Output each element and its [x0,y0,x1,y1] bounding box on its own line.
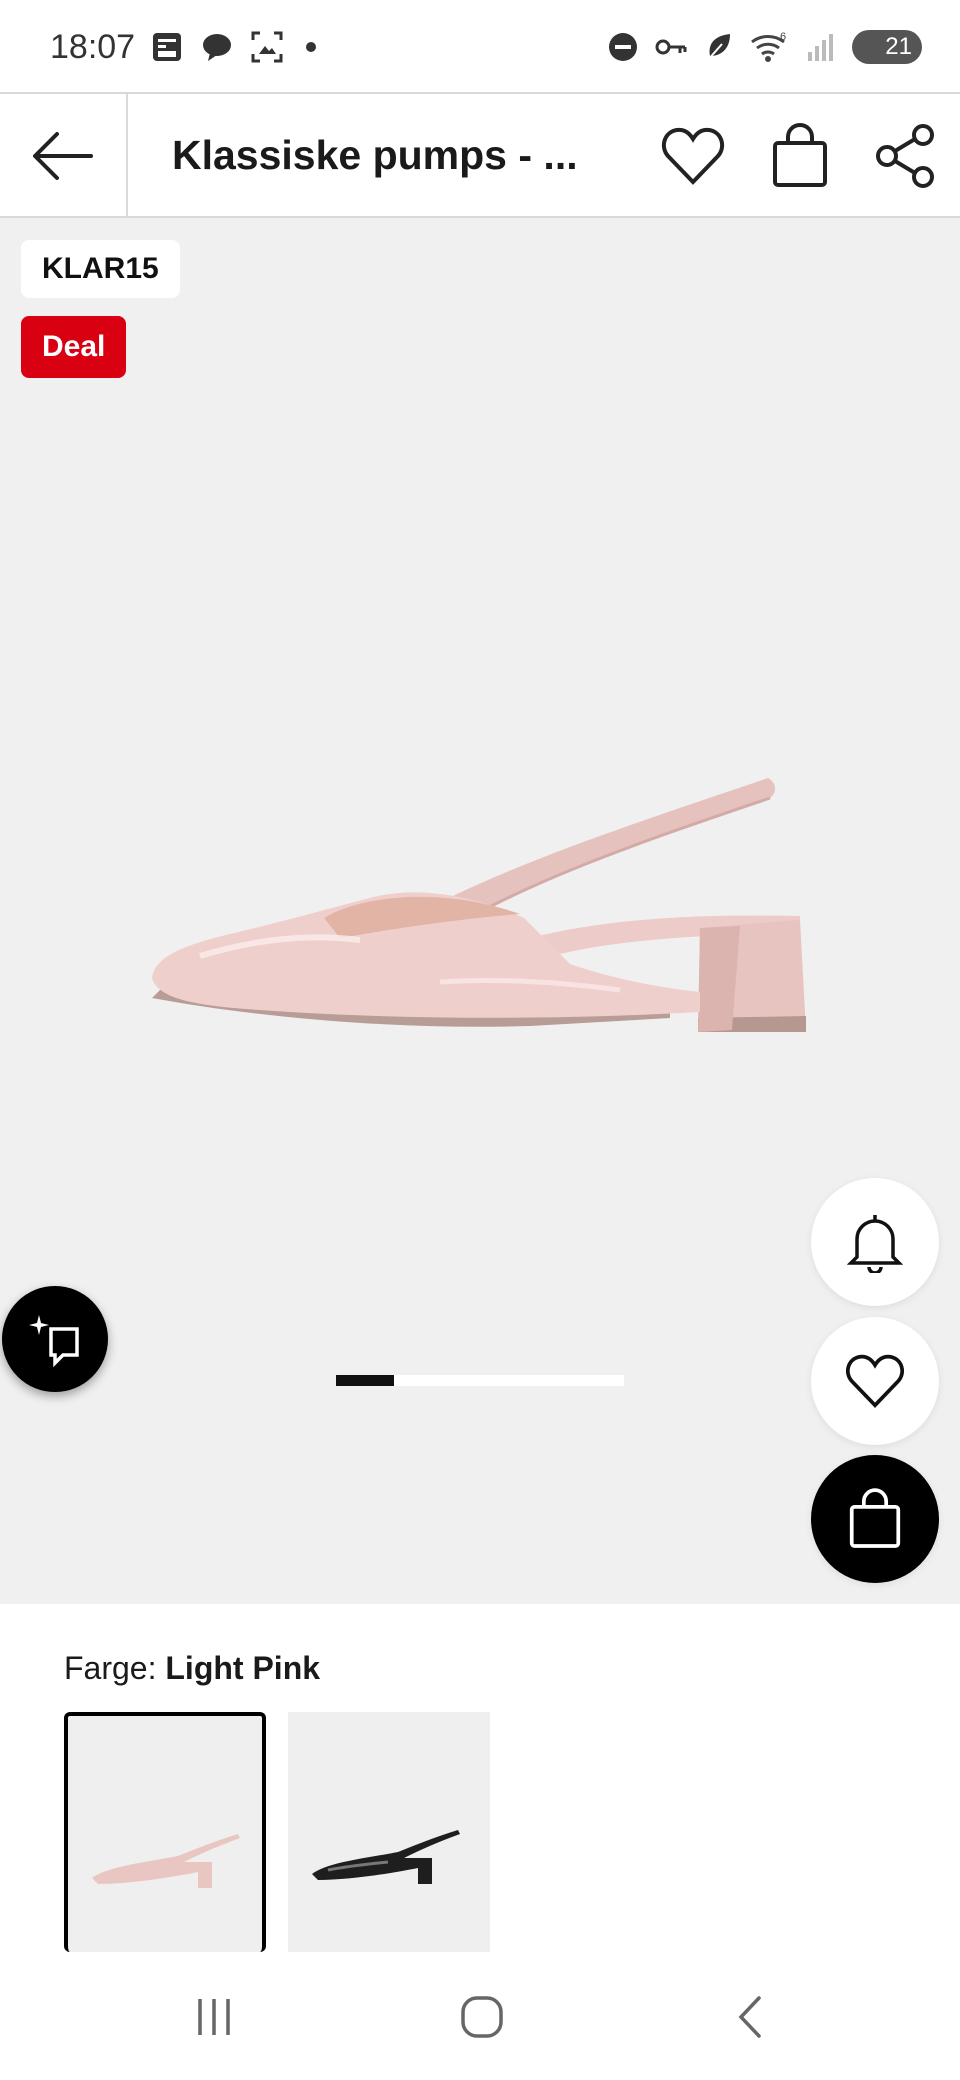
add-to-cart-button[interactable] [811,1455,939,1583]
color-swatch-light-pink[interactable] [64,1712,266,1952]
heart-icon [661,127,725,185]
shopping-bag-icon [773,123,827,187]
home-button[interactable] [442,1982,522,2052]
swatch-image-black [312,1830,460,1884]
leaf-icon [706,34,730,62]
page-title: Klassiske pumps - ... [172,132,578,178]
product-image-gallery[interactable]: KLAR15 Deal [0,218,960,1604]
product-image [152,778,806,1032]
ai-assistant-icon [29,1315,79,1368]
battery-level: 21 [885,33,912,60]
add-to-wishlist-button[interactable] [811,1317,939,1445]
home-icon [461,1996,503,2038]
dot-icon [306,42,316,52]
cart-button[interactable] [762,118,838,194]
shopping-bag-icon [849,1488,901,1548]
ai-assistant-button[interactable] [2,1286,108,1392]
color-label: Farge: Light Pink [64,1650,320,1687]
share-icon [876,124,934,188]
gallery-page-indicator [336,1375,394,1386]
discount-code-badge: KLAR15 [21,240,180,298]
wifi-icon: 6 [751,31,786,62]
color-swatch-black[interactable] [288,1712,490,1952]
selected-color: Light Pink [165,1650,321,1686]
app-bar: Klassiske pumps - ... [0,92,960,218]
chat-bubble-icon [203,34,231,61]
news-icon [153,33,181,61]
wishlist-button[interactable] [655,118,731,194]
do-not-disturb-icon [609,33,637,61]
heart-icon [845,1354,905,1408]
bell-icon [847,1215,903,1273]
signal-icon [808,34,833,61]
recent-apps-button[interactable] [174,1982,254,2052]
back-button[interactable] [0,94,128,218]
recent-apps-icon [198,1999,230,2035]
status-time: 18:07 [50,28,136,66]
swatch-image-light-pink [92,1834,240,1888]
color-label-prefix: Farge: [64,1650,157,1686]
notify-button[interactable] [811,1178,939,1306]
back-arrow-icon [33,132,93,180]
status-bar: 18:07 6 21 [0,0,960,94]
back-icon [738,1996,761,2038]
key-icon [655,39,687,55]
svg-text:6: 6 [780,31,786,43]
deal-badge: Deal [21,316,127,378]
share-button[interactable] [868,118,944,194]
system-nav-bar [0,1952,960,2080]
nav-back-button[interactable] [710,1982,790,2052]
screenshot-icon [251,31,283,63]
battery-indicator: 21 [852,30,922,64]
